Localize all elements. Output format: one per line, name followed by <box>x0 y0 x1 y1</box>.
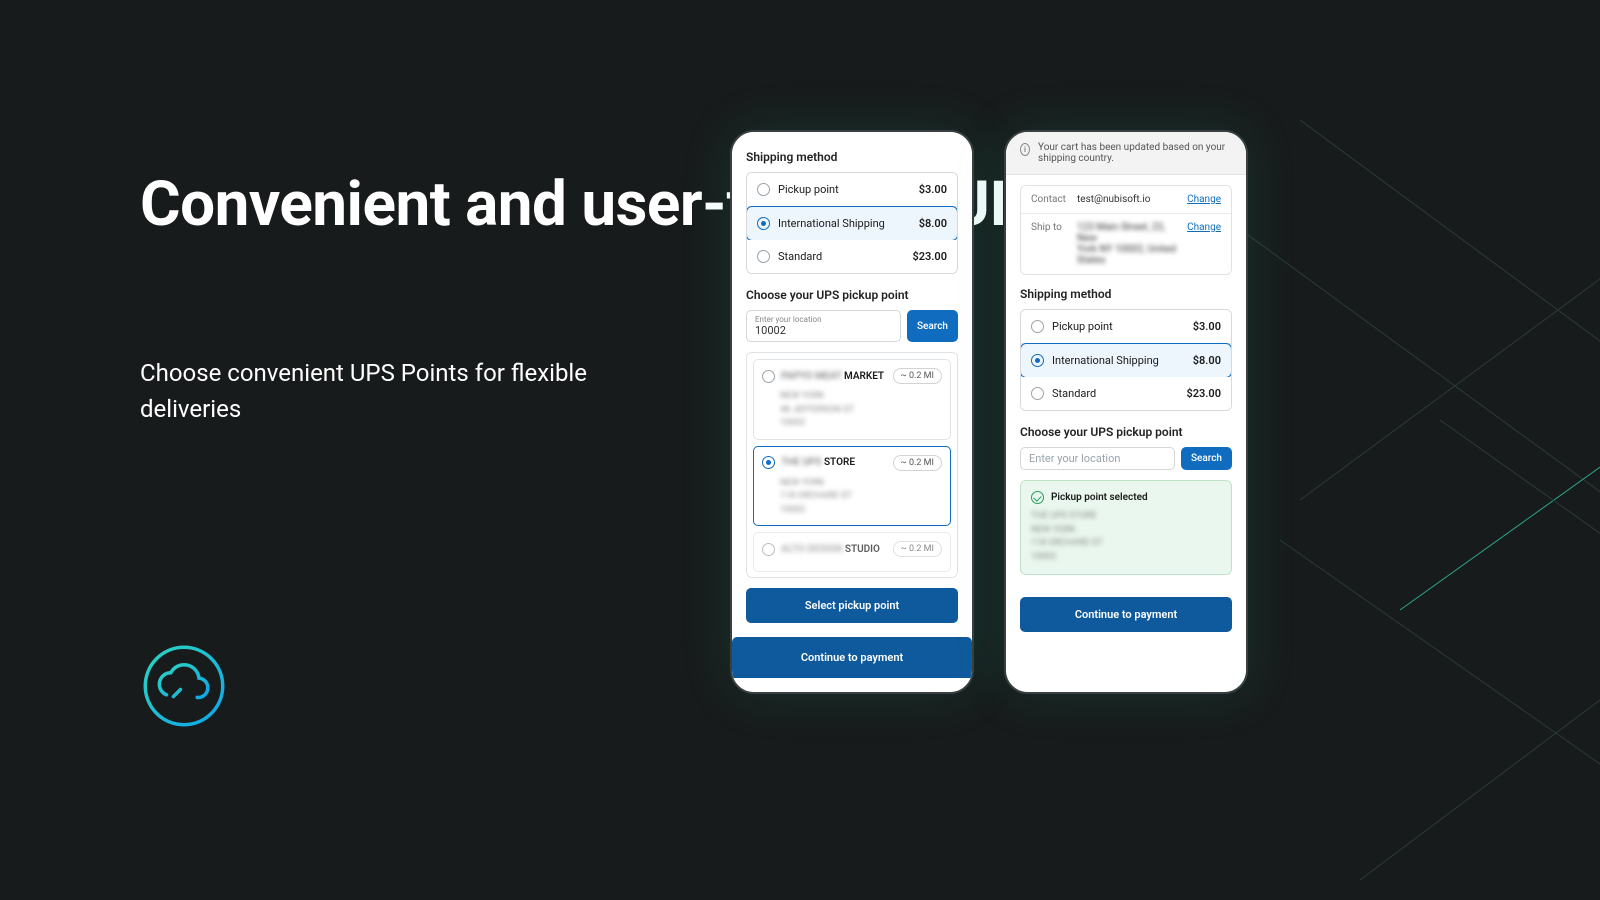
pickup-result[interactable]: ALTO DESIGN STUDIO ~ 0.2 MI <box>753 532 951 572</box>
pickup-point-title: Choose your UPS pickup point <box>746 288 958 302</box>
option-label: Standard <box>1052 387 1096 400</box>
change-link[interactable]: Change <box>1187 222 1221 233</box>
input-label: Enter your location <box>755 315 892 324</box>
location-input[interactable]: Enter your location 10002 <box>746 310 901 342</box>
pickup-results: PAPYO MEAT MARKET ~ 0.2 MI NEW YORK48 JE… <box>746 352 958 578</box>
distance-badge: ~ 0.2 MI <box>893 455 942 471</box>
contact-ship-info: Contact test@nubisoft.io Change Ship to … <box>1020 185 1232 275</box>
banner-text: Your cart has been updated based on your… <box>1038 142 1232 164</box>
radio-icon <box>1031 320 1044 333</box>
pickup-result[interactable]: THE UPS STORE ~ 0.2 MI NEW YORK118 ORCHA… <box>753 446 951 527</box>
selected-pickup-box: Pickup point selected THE UPS STORENEW Y… <box>1020 480 1232 575</box>
search-button[interactable]: Search <box>1181 447 1232 470</box>
phone-mockup-1: Shipping method Pickup point $3.00 Inter… <box>730 130 974 694</box>
pickup-result[interactable]: PAPYO MEAT MARKET ~ 0.2 MI NEW YORK48 JE… <box>753 359 951 440</box>
search-button[interactable]: Search <box>907 310 958 342</box>
location-input[interactable]: Enter your location <box>1020 447 1175 470</box>
input-placeholder: Enter your location <box>1029 452 1166 465</box>
check-icon <box>1031 491 1044 504</box>
shipping-options: Pickup point $3.00 International Shippin… <box>1020 309 1232 411</box>
result-address: NEW YORK48 JEFFERSON ST10002 <box>780 390 942 431</box>
selected-address: THE UPS STORENEW YORK118 ORCHARD ST10002 <box>1031 510 1221 564</box>
radio-icon <box>1031 387 1044 400</box>
radio-icon <box>762 456 775 469</box>
shipto-value: 123 Main Street, 23, NewYork NY 10002, U… <box>1077 222 1187 266</box>
pickup-point-title: Choose your UPS pickup point <box>1020 425 1232 439</box>
continue-button[interactable]: Continue to payment <box>1020 597 1232 632</box>
option-label: Standard <box>778 250 822 263</box>
radio-icon <box>757 183 770 196</box>
option-label: International Shipping <box>778 217 885 230</box>
radio-icon <box>762 543 775 556</box>
shipping-option-standard[interactable]: Standard $23.00 <box>1021 377 1231 410</box>
option-label: Pickup point <box>778 183 839 196</box>
shipto-label: Ship to <box>1031 222 1077 233</box>
distance-badge: ~ 0.2 MI <box>893 368 942 384</box>
phone-mockup-2: i Your cart has been updated based on yo… <box>1004 130 1248 694</box>
shipto-row: Ship to 123 Main Street, 23, NewYork NY … <box>1021 214 1231 274</box>
subheadline: Choose convenient UPS Points for flexibl… <box>140 355 660 427</box>
info-icon: i <box>1020 143 1030 156</box>
distance-badge: ~ 0.2 MI <box>893 541 942 557</box>
radio-icon <box>757 217 770 230</box>
result-name: STUDIO <box>845 544 880 555</box>
shipping-method-title: Shipping method <box>746 150 958 164</box>
shipping-option-international[interactable]: International Shipping $8.00 <box>746 206 958 241</box>
option-price: $3.00 <box>919 183 947 196</box>
radio-icon <box>1031 354 1044 367</box>
update-banner: i Your cart has been updated based on yo… <box>1006 132 1246 175</box>
continue-button[interactable]: Continue to payment <box>732 637 972 678</box>
result-name: MARKET <box>844 371 884 382</box>
shipping-method-title: Shipping method <box>1020 287 1232 301</box>
radio-icon <box>762 370 775 383</box>
option-label: International Shipping <box>1052 354 1159 367</box>
change-link[interactable]: Change <box>1187 194 1221 205</box>
brand-logo-icon <box>140 642 228 730</box>
contact-row: Contact test@nubisoft.io Change <box>1021 186 1231 214</box>
contact-label: Contact <box>1031 194 1077 205</box>
shipping-options: Pickup point $3.00 International Shippin… <box>746 172 958 274</box>
result-address: NEW YORK118 ORCHARD ST10002 <box>780 477 942 518</box>
option-price: $3.00 <box>1193 320 1221 333</box>
option-price: $8.00 <box>919 217 947 230</box>
option-price: $23.00 <box>1186 387 1221 400</box>
select-pickup-button[interactable]: Select pickup point <box>746 588 958 623</box>
option-price: $8.00 <box>1193 354 1221 367</box>
radio-icon <box>757 250 770 263</box>
contact-value: test@nubisoft.io <box>1077 194 1187 205</box>
shipping-option-standard[interactable]: Standard $23.00 <box>747 240 957 273</box>
shipping-option-pickup[interactable]: Pickup point $3.00 <box>747 173 957 207</box>
shipping-option-pickup[interactable]: Pickup point $3.00 <box>1021 310 1231 344</box>
input-value: 10002 <box>755 324 892 337</box>
result-name: STORE <box>824 457 855 468</box>
option-label: Pickup point <box>1052 320 1113 333</box>
selected-label: Pickup point selected <box>1051 492 1148 503</box>
shipping-option-international[interactable]: International Shipping $8.00 <box>1020 343 1232 378</box>
option-price: $23.00 <box>912 250 947 263</box>
